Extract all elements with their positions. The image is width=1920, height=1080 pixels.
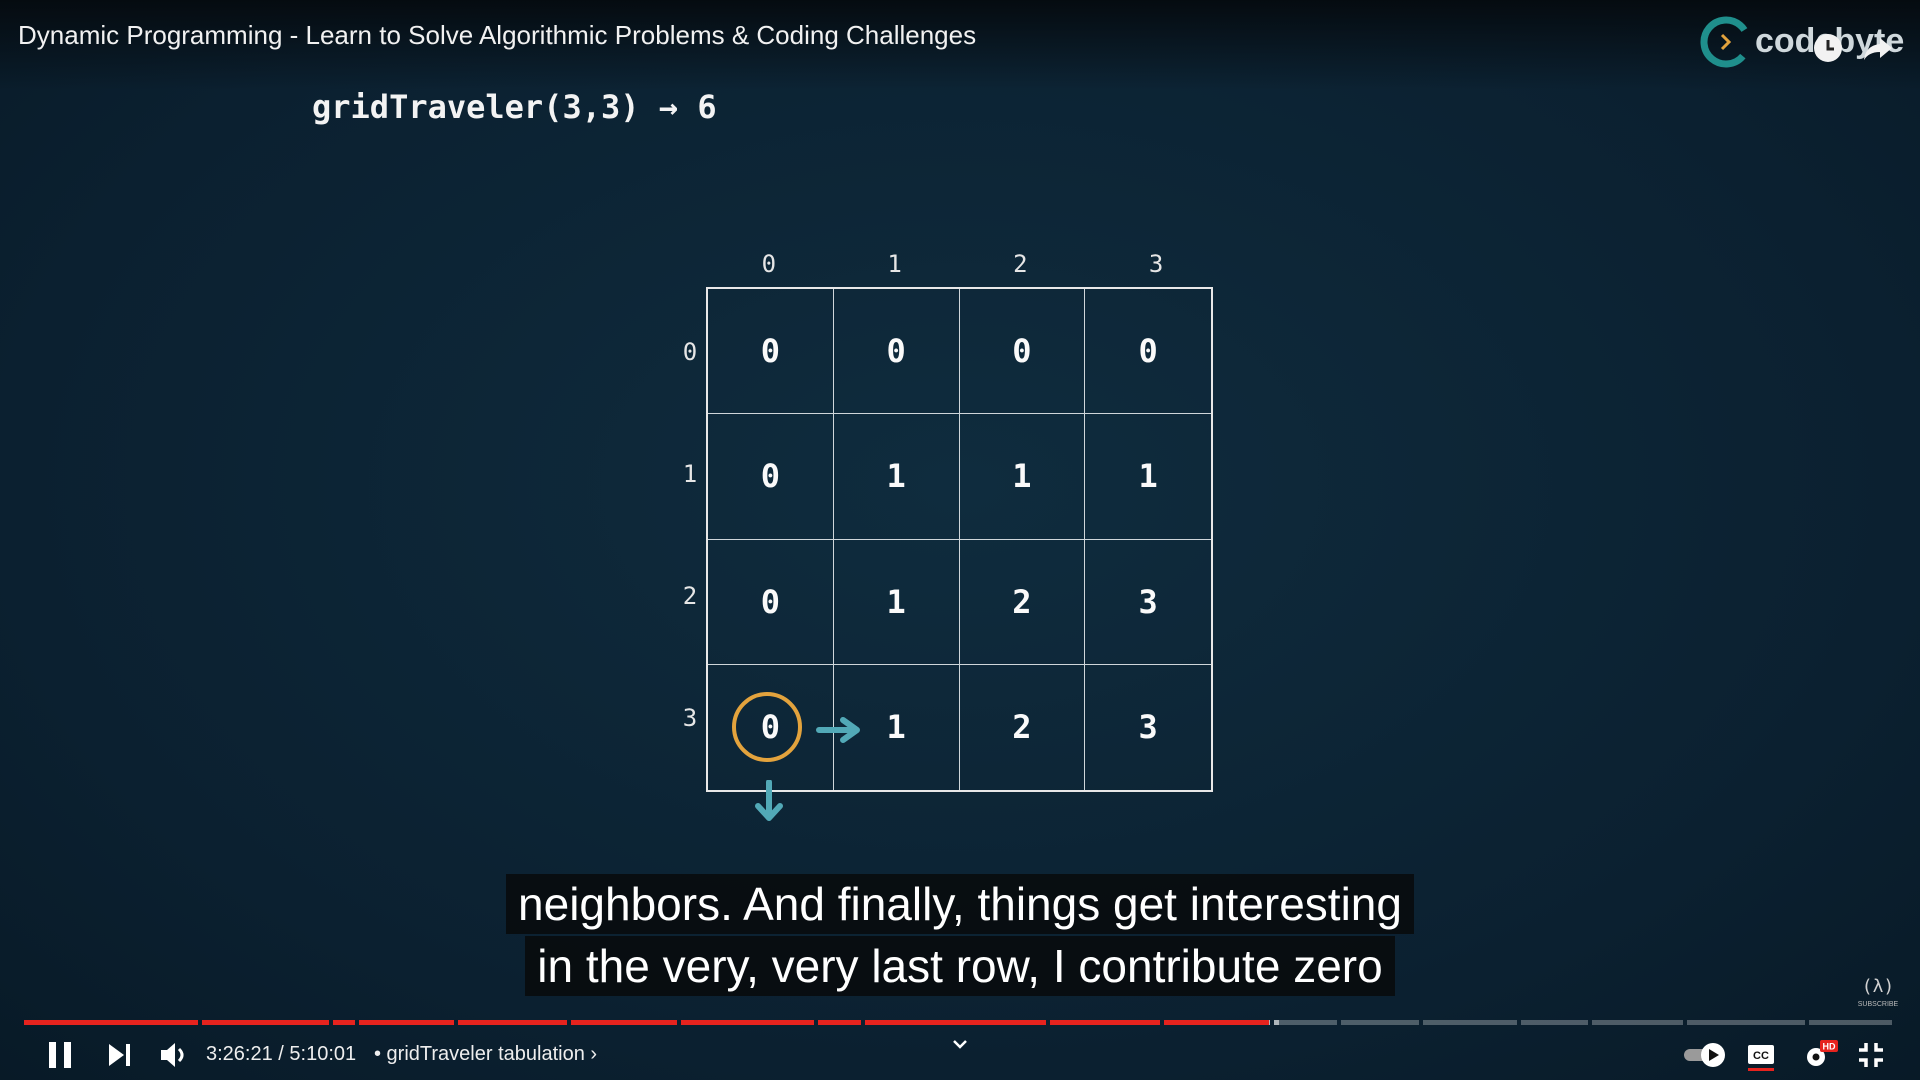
chapter-segment[interactable] <box>681 1020 814 1025</box>
settings-icon[interactable]: HD <box>1800 1038 1838 1072</box>
chapter-segment[interactable] <box>1808 1020 1892 1025</box>
grid-cell: 0 <box>833 289 960 415</box>
column-header: 2 <box>1013 250 1028 278</box>
played-segment <box>24 1020 198 1025</box>
subscribe-watermark-icon[interactable]: (λ) SUBSCRIBE <box>1852 970 1904 1010</box>
volume-icon[interactable] <box>158 1038 190 1072</box>
progress-bar[interactable] <box>24 1020 1896 1025</box>
share-icon[interactable] <box>1860 30 1896 66</box>
caption-box: neighbors. And finally, things get inter… <box>0 874 1920 998</box>
svg-text:HD: HD <box>1823 1042 1836 1052</box>
svg-text:SUBSCRIBE: SUBSCRIBE <box>1858 1001 1899 1008</box>
chapter-segment[interactable] <box>24 1020 198 1025</box>
chapter-segment[interactable] <box>458 1020 567 1025</box>
player-controls: 3:26:21 / 5:10:01 • gridTraveler tabulat… <box>0 1030 1920 1080</box>
column-header: 3 <box>1148 250 1164 278</box>
chapter-segment[interactable] <box>864 1020 1046 1025</box>
chapter-segment[interactable] <box>1274 1020 1337 1025</box>
chapter-segment[interactable] <box>1164 1020 1271 1025</box>
row-header: 2 <box>682 582 698 610</box>
played-segment <box>1164 1020 1269 1025</box>
chapter-segment[interactable] <box>201 1020 329 1025</box>
next-icon[interactable] <box>106 1038 134 1072</box>
chapter-segment[interactable] <box>1687 1020 1805 1025</box>
chapter-segment[interactable] <box>1520 1020 1588 1025</box>
chapter-segment[interactable] <box>332 1020 356 1025</box>
video-title[interactable]: Dynamic Programming - Learn to Solve Alg… <box>18 20 976 51</box>
played-segment <box>681 1020 814 1025</box>
chapter-segment[interactable] <box>1049 1020 1161 1025</box>
slide-headline: gridTraveler(3,3) → 6 <box>312 88 717 126</box>
grid-cell: 0 <box>708 414 834 540</box>
row-header: 0 <box>682 338 698 366</box>
captions-icon[interactable]: CC <box>1746 1038 1776 1072</box>
highlight-circle <box>732 692 802 762</box>
grid-cell: 2 <box>959 539 1086 665</box>
autoplay-toggle[interactable] <box>1682 1040 1730 1070</box>
grid-cell: 0 <box>1085 289 1211 415</box>
chapter-segment[interactable] <box>570 1020 678 1025</box>
played-segment <box>359 1020 455 1025</box>
played-segment <box>201 1020 329 1025</box>
grid-cell: 1 <box>959 414 1086 540</box>
grid-cell: 1 <box>1085 414 1211 540</box>
chapter-segment[interactable] <box>359 1020 455 1025</box>
played-segment <box>570 1020 678 1025</box>
caption-line-1: neighbors. And finally, things get inter… <box>506 874 1414 934</box>
arrow-down-icon <box>755 780 783 821</box>
grid-cell: 0 <box>708 539 834 665</box>
chapter-segment[interactable] <box>817 1020 861 1025</box>
svg-text:CC: CC <box>1753 1050 1769 1062</box>
played-segment <box>458 1020 567 1025</box>
grid-cell: 1 <box>833 539 960 665</box>
grid-cell: 2 <box>960 664 1086 790</box>
channel-logo: codebyte <box>1700 12 1910 72</box>
logo-mark-icon <box>1700 16 1752 68</box>
grid-cell: 3 <box>1085 540 1211 665</box>
row-header: 3 <box>682 704 698 732</box>
pause-icon[interactable] <box>46 1038 74 1072</box>
chevron-down-icon[interactable] <box>950 1036 970 1052</box>
chapter-segment[interactable] <box>1591 1020 1684 1025</box>
chapter-title[interactable]: • gridTraveler tabulation › <box>374 1043 597 1066</box>
buffered-segment <box>1274 1020 1280 1025</box>
arrow-right-icon <box>816 717 860 743</box>
played-segment <box>817 1020 861 1025</box>
time-display: 3:26:21 / 5:10:01 <box>206 1043 357 1065</box>
column-header: 1 <box>887 250 902 278</box>
grid-cell: 0 <box>708 289 834 415</box>
played-segment <box>1049 1020 1161 1025</box>
caption-line-2: in the very, very last row, I contribute… <box>525 936 1395 996</box>
chapter-segment[interactable] <box>1423 1020 1517 1025</box>
row-header: 1 <box>682 460 698 488</box>
column-header: 0 <box>761 250 777 278</box>
played-segment <box>864 1020 1046 1025</box>
chapter-segment[interactable] <box>1340 1020 1420 1025</box>
video-frame[interactable]: Dynamic Programming - Learn to Solve Alg… <box>0 0 1920 1080</box>
grid-cell: 0 <box>959 289 1086 415</box>
grid-cell: 1 <box>833 414 960 540</box>
exit-fullscreen-icon[interactable] <box>1856 1038 1886 1072</box>
grid-cell: 3 <box>1138 708 1158 747</box>
played-segment <box>332 1020 356 1025</box>
clock-icon[interactable] <box>1810 30 1846 66</box>
svg-text:(λ): (λ) <box>1862 976 1895 997</box>
